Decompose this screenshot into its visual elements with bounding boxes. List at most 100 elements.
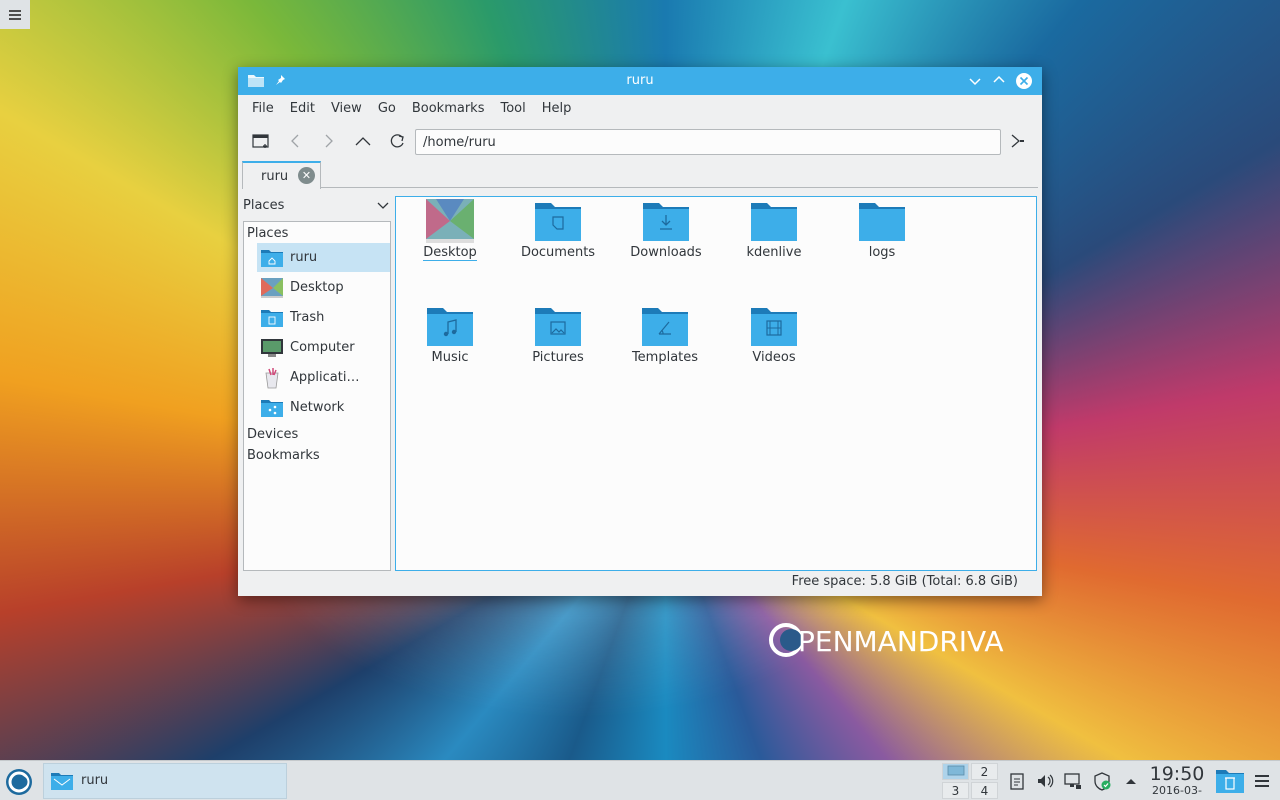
file-item-documents[interactable]: Documents bbox=[508, 199, 608, 260]
reload-icon bbox=[390, 134, 404, 148]
places-item-ruru[interactable]: ruru bbox=[257, 243, 390, 272]
menu-file[interactable]: File bbox=[244, 101, 282, 116]
free-space-status: Free space: 5.8 GiB (Total: 6.8 GiB) bbox=[791, 574, 1018, 589]
close-icon[interactable] bbox=[1015, 72, 1033, 90]
places-panel-header[interactable]: Places bbox=[243, 198, 391, 213]
desktop-wallpaper-icon bbox=[426, 199, 474, 243]
places-item-label: Computer bbox=[290, 340, 355, 355]
file-item-templates[interactable]: Templates bbox=[615, 304, 715, 365]
file-item-logs[interactable]: logs bbox=[832, 199, 932, 260]
tab-label: ruru bbox=[261, 169, 289, 184]
places-item-trash[interactable]: Trash bbox=[257, 303, 390, 332]
file-label: Documents bbox=[520, 245, 596, 260]
volume-icon[interactable] bbox=[1035, 771, 1055, 791]
expand-tray-icon[interactable] bbox=[1121, 771, 1141, 791]
tab-bar: ruru ✕ bbox=[242, 161, 1038, 189]
new-window-icon bbox=[252, 134, 269, 148]
folder-icon bbox=[751, 203, 797, 241]
file-item-pictures[interactable]: Pictures bbox=[508, 304, 608, 365]
maximize-icon[interactable] bbox=[993, 74, 1005, 86]
file-view[interactable]: Desktop Documents Downloads kdenlive log… bbox=[395, 196, 1037, 571]
menubar: File Edit View Go Bookmarks Tool Help bbox=[238, 95, 1042, 122]
trash-folder-icon[interactable] bbox=[1215, 766, 1245, 796]
file-item-music[interactable]: Music bbox=[400, 304, 500, 365]
folder-app-icon bbox=[51, 773, 73, 790]
menu-edit[interactable]: Edit bbox=[282, 101, 323, 116]
menu-tool[interactable]: Tool bbox=[492, 101, 533, 116]
file-label: Videos bbox=[752, 350, 796, 365]
file-label: kdenlive bbox=[746, 245, 802, 260]
applications-icon bbox=[265, 367, 279, 388]
folder-videos-icon bbox=[751, 308, 797, 346]
places-item-network[interactable]: Network bbox=[257, 393, 390, 422]
places-item-label: Desktop bbox=[290, 280, 344, 295]
terminal-icon bbox=[1011, 134, 1024, 148]
file-item-downloads[interactable]: Downloads bbox=[616, 199, 716, 260]
places-item-label: Network bbox=[290, 400, 345, 415]
reload-button[interactable] bbox=[387, 131, 407, 151]
file-label: logs bbox=[868, 245, 896, 260]
places-group-label[interactable]: Places bbox=[247, 226, 288, 241]
updates-shield-icon[interactable] bbox=[1092, 771, 1112, 791]
menu-help[interactable]: Help bbox=[534, 101, 580, 116]
panel-menu-icon[interactable] bbox=[1255, 773, 1269, 789]
minimize-icon[interactable] bbox=[969, 75, 981, 87]
home-folder-icon bbox=[261, 249, 283, 267]
location-input[interactable]: /home/ruru bbox=[415, 129, 1001, 155]
menu-view[interactable]: View bbox=[323, 101, 370, 116]
pager-desktop-4[interactable]: 4 bbox=[971, 782, 998, 799]
places-item-desktop[interactable]: Desktop bbox=[257, 273, 390, 302]
folder-templates-icon bbox=[642, 308, 688, 346]
window-title: ruru bbox=[626, 73, 654, 88]
tab-close-icon[interactable]: ✕ bbox=[298, 167, 315, 184]
computer-icon bbox=[261, 338, 283, 357]
file-item-videos[interactable]: Videos bbox=[724, 304, 824, 365]
openmandriva-logo-mark: PENMANDRIVA bbox=[769, 623, 1004, 658]
folder-icon bbox=[859, 203, 905, 241]
menu-bookmarks[interactable]: Bookmarks bbox=[404, 101, 493, 116]
file-label: Pictures bbox=[532, 350, 584, 365]
pager-desktop-2[interactable]: 2 bbox=[971, 763, 998, 780]
folder-downloads-icon bbox=[643, 203, 689, 241]
openmandriva-logo: PENMANDRIVA bbox=[768, 620, 1024, 660]
task-label: ruru bbox=[81, 773, 109, 788]
back-button[interactable] bbox=[285, 131, 305, 151]
virtual-desktop-pager: 2 3 4 bbox=[942, 763, 998, 800]
new-tab-button[interactable] bbox=[251, 131, 271, 151]
places-panel-title: Places bbox=[243, 198, 285, 213]
application-launcher-icon[interactable] bbox=[4, 767, 34, 797]
folder-pictures-icon bbox=[535, 308, 581, 346]
clock-time: 19:50 bbox=[1149, 763, 1205, 785]
window-thumbnail-icon bbox=[947, 765, 964, 776]
menu-go[interactable]: Go bbox=[370, 101, 404, 116]
tab-ruru[interactable]: ruru ✕ bbox=[242, 161, 321, 189]
file-label: Downloads bbox=[630, 245, 702, 260]
devices-group-label[interactable]: Devices bbox=[247, 427, 298, 442]
terminal-button[interactable] bbox=[1008, 131, 1028, 151]
chevron-left-icon bbox=[291, 134, 299, 148]
desktop-toolbox-button[interactable] bbox=[0, 0, 30, 29]
hamburger-icon bbox=[9, 9, 21, 20]
up-button[interactable] bbox=[353, 131, 373, 151]
places-item-label: Trash bbox=[290, 310, 325, 325]
digital-clock[interactable]: 19:50 2016-03-22 bbox=[1146, 764, 1208, 800]
pager-desktop-1[interactable] bbox=[942, 763, 969, 780]
chevron-right-icon bbox=[325, 134, 333, 148]
places-item-computer[interactable]: Computer bbox=[257, 333, 390, 362]
file-item-desktop[interactable]: Desktop bbox=[400, 199, 500, 261]
task-item-ruru[interactable]: ruru bbox=[43, 763, 287, 799]
file-label: Templates bbox=[631, 350, 699, 365]
clipboard-icon[interactable] bbox=[1007, 771, 1027, 791]
bookmarks-group-label[interactable]: Bookmarks bbox=[247, 448, 320, 463]
chevron-down-icon[interactable] bbox=[377, 198, 389, 212]
folder-music-icon bbox=[427, 308, 473, 346]
trash-icon bbox=[261, 309, 283, 327]
window-titlebar[interactable]: ruru bbox=[238, 67, 1042, 95]
forward-button[interactable] bbox=[319, 131, 339, 151]
chevron-up-icon bbox=[355, 137, 371, 146]
file-item-kdenlive[interactable]: kdenlive bbox=[724, 199, 824, 260]
pager-desktop-3[interactable]: 3 bbox=[942, 782, 969, 799]
network-connection-icon[interactable] bbox=[1063, 771, 1083, 791]
folder-documents-icon bbox=[535, 203, 581, 241]
places-item-applications[interactable]: Applicati… bbox=[257, 363, 390, 392]
